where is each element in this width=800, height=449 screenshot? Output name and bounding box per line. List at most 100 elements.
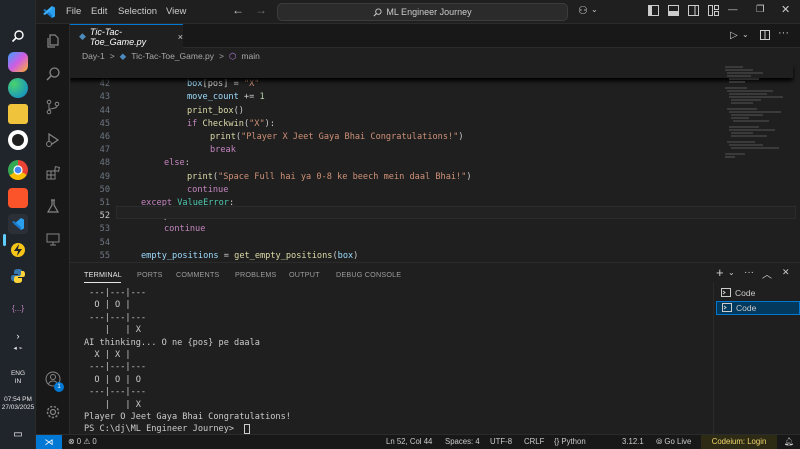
toggle-panel-icon[interactable] [668,5,679,19]
toggle-primary-sidebar-icon[interactable] [648,5,659,19]
search-icon[interactable] [43,64,63,84]
encoding[interactable]: UTF-8 [490,437,512,446]
more-actions-icon[interactable]: ··· [778,27,789,39]
language-indicator[interactable]: ENG IN [0,370,36,386]
github-icon[interactable] [8,130,28,150]
vscode-icon[interactable] [8,214,28,234]
tray-icons[interactable]: ◂ ⌁ [0,345,36,353]
tab-tic-tac-toe-game[interactable]: ◆ Tic-Tac-Toe_Game.py × [70,24,183,48]
go-live[interactable]: ⦾ Go Live [656,437,691,447]
code-token: 1 [259,92,265,103]
chevron-down-icon[interactable]: ⌄ [591,5,598,14]
extension-code-icon[interactable]: {...} [8,298,28,318]
terminal-item-label: Code [736,303,757,313]
notification-icon[interactable]: ▭ [8,424,28,444]
cursor-position[interactable]: Ln 52, Col 44 [386,437,432,446]
power-icon[interactable] [8,240,28,260]
terminal-icon [721,287,731,299]
breadcrumb-symbol[interactable]: main [241,51,259,61]
menu-selection[interactable]: Selection [118,6,157,17]
breadcrumb-file[interactable]: Tic-Tac-Toe_Game.py [131,51,214,61]
new-terminal-icon[interactable]: + [716,265,724,280]
codeium-status[interactable]: Codeium: Login [701,435,777,449]
notifications-bell-icon[interactable]: 🔔︎ [784,437,794,446]
search-icon[interactable] [8,26,28,46]
split-editor-icon[interactable] [760,30,770,42]
tab-problems[interactable]: PROBLEMS [235,270,277,279]
maximize-panel-icon[interactable]: ︿ [762,266,772,281]
breadcrumb-folder[interactable]: Day-1 [82,51,105,61]
menu-edit[interactable]: Edit [91,6,107,17]
gear-icon[interactable] [43,402,63,422]
tab-debug-console[interactable]: DEBUG CONSOLE [336,270,401,279]
indentation[interactable]: Spaces: 4 [445,437,480,446]
python-version[interactable]: 3.12.1 [622,437,644,446]
copilot-icon[interactable] [8,52,28,72]
tab-output[interactable]: OUTPUT [289,270,320,279]
language-mode[interactable]: {} Python [554,437,586,446]
restore-icon[interactable]: ❐ [756,4,765,15]
forward-arrow-icon[interactable]: → [255,3,267,17]
status-bar: ⋊ ⊗ 0 ⚠ 0 Ln 52, Col 44 Spaces: 4 UTF-8 … [36,434,800,449]
search-icon [373,7,382,16]
customize-layout-icon[interactable] [708,5,719,19]
terminal-line: ---|---|--- [84,387,147,398]
terminal-line: | | X [84,325,141,336]
remote-explorer-icon[interactable] [43,229,63,249]
close-icon[interactable]: ✕ [781,3,790,16]
python-icon[interactable] [8,266,28,286]
terminal-output[interactable]: ---|---|--- O | O | ---|---|--- | | X AI … [84,287,704,435]
code-token: [pos] = [202,79,244,90]
code-line: continue [187,185,228,195]
source-control-icon[interactable] [43,97,63,117]
code-token: "Space Full hai ya 0-8 ke beech mein daa… [218,171,467,182]
braces-icon: {} [554,437,560,446]
run-debug-icon[interactable] [43,130,63,150]
chevron-right-icon[interactable]: › [8,326,28,346]
code-line: break [210,145,236,155]
end-of-line[interactable]: CRLF [524,437,544,446]
terminal-item[interactable]: Code [716,286,800,300]
terminal-line: X | X | [84,350,131,361]
command-center-search[interactable]: ML Engineer Journey [277,3,568,21]
testing-icon[interactable] [43,196,63,216]
close-panel-icon[interactable]: ✕ [782,267,790,278]
menu-view[interactable]: View [166,6,186,17]
edge-icon[interactable] [8,78,28,98]
explorer-icon[interactable] [43,31,63,51]
minimize-icon[interactable]: — [728,4,738,15]
minimap[interactable] [723,64,793,260]
breadcrumb-separator: > [219,51,224,61]
clock[interactable]: 07:54 PM 27/03/2025 [0,396,36,412]
tab-terminal[interactable]: TERMINAL [84,270,122,279]
chevron-down-icon[interactable]: ⌄ [742,30,749,39]
code-editor[interactable]: 36def main():42box[pos] = "X"43move_coun… [70,64,800,260]
code-token: print_box [187,105,234,116]
copilot-icon[interactable]: ⚇ [578,4,588,17]
close-icon[interactable]: × [178,32,183,42]
code-token: break [210,145,236,156]
code-line: print("Player X Jeet Gaya Bhai Congratul… [210,132,464,142]
tab-ports[interactable]: PORTS [137,270,163,279]
back-arrow-icon[interactable]: ← [232,3,244,17]
chrome-icon[interactable] [8,160,28,180]
remote-indicator-icon[interactable]: ⋊ [36,435,62,449]
terminal-item-label: Code [735,288,756,298]
line-number: 51 [99,198,110,208]
terminal-item-active[interactable]: Code [716,301,800,315]
file-explorer-icon[interactable] [8,104,28,124]
menu-file[interactable]: File [66,6,81,17]
code-line: continue [164,224,205,234]
line-number: 46 [99,132,110,142]
line-number: 47 [99,145,110,156]
more-actions-icon[interactable]: ··· [744,267,754,278]
tab-comments[interactable]: COMMENTS [176,270,220,279]
chevron-down-icon[interactable]: ⌄ [728,268,735,277]
brave-icon[interactable] [8,188,28,208]
sticky-scroll [70,64,793,78]
extensions-icon[interactable] [43,163,63,183]
terminal-line: | | X [84,399,141,410]
run-file-icon[interactable]: ▷ [730,30,738,41]
toggle-secondary-sidebar-icon[interactable] [688,5,699,19]
problems-indicator[interactable]: ⊗ 0 ⚠ 0 [68,437,97,446]
